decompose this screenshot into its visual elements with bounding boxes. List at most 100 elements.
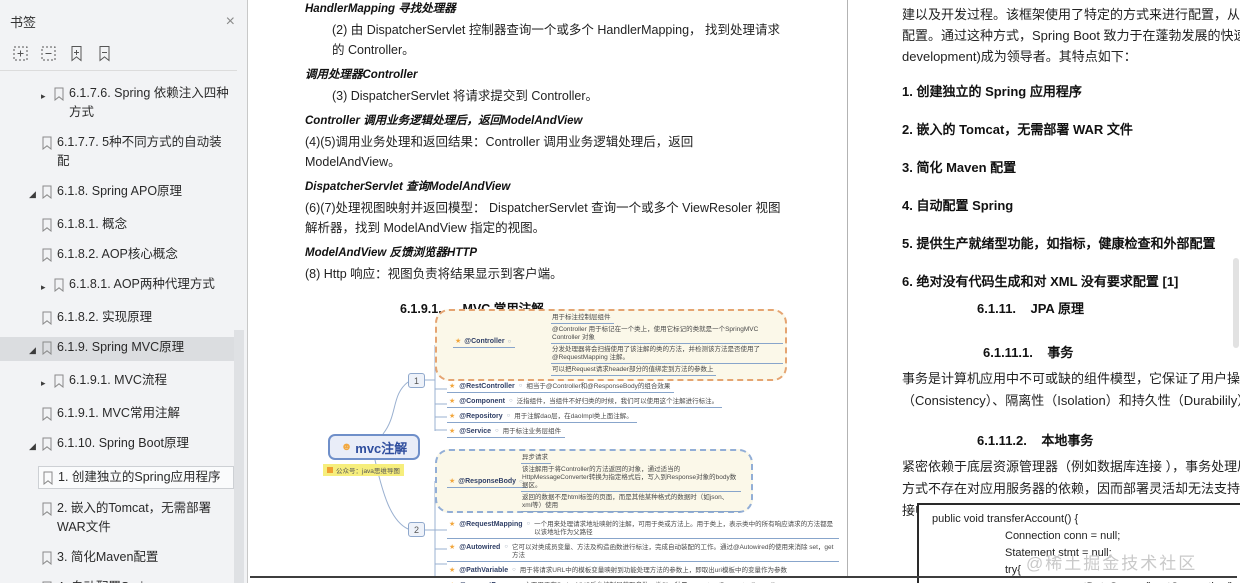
- bookmark-item-label: 6.1.8.1. 概念: [57, 217, 128, 231]
- star-icon: ★: [449, 567, 456, 574]
- bookmark-icon: [42, 136, 52, 150]
- page-boundary: [847, 0, 848, 578]
- star-icon: ★: [449, 428, 456, 435]
- bookmark-item[interactable]: 2. 嵌入的Tomcat，无需部署WAR文件: [0, 498, 234, 538]
- bookmark-item[interactable]: 6.1.7.7. 5种不同方式的自动装配: [0, 132, 234, 172]
- sidebar-scrollbar-thumb[interactable]: [234, 330, 244, 583]
- doc-heading: ModelAndView 反馈浏览器HTTP: [305, 247, 478, 259]
- mindmap-annotation-row: ★ @Component ○ 泛指组件，当组件不好归类的时候，我们可以使用这个注…: [447, 398, 723, 408]
- bookmark-item[interactable]: 4. 自动配置Spring: [0, 577, 234, 583]
- sidebar-scrollbar[interactable]: [233, 0, 246, 583]
- document-scrollbar[interactable]: [1232, 0, 1240, 583]
- bookmark-item[interactable]: 6.1.8.2. 实现原理: [0, 307, 234, 328]
- tag-icon: [327, 467, 333, 473]
- bookmark-icon: [42, 185, 52, 199]
- expand-arrow-icon[interactable]: ◢: [29, 338, 41, 360]
- bookmarks-panel-header: 书签 ×: [0, 0, 247, 39]
- spring-boot-feature: 4. 自动配置 Spring: [902, 198, 1014, 213]
- collapse-dot-icon: ○: [507, 338, 512, 345]
- bookmark-item[interactable]: 1. 创建独立的Spring应用程序: [38, 466, 234, 489]
- code-line: Connection conn = null;: [1005, 530, 1121, 542]
- mindmap-node-responsebody: ★ @ResponseBody ○: [447, 477, 527, 488]
- bookmarks-panel: 书签 × ▸ 6.1.7.6. Spring 依赖注入四种方式 6.1.7.7.…: [0, 0, 248, 583]
- star-icon: ★: [449, 478, 456, 485]
- doc-paragraph: (4)(5)调用业务处理和返回结果：Controller 调用业务逻辑处理后，返…: [305, 135, 694, 169]
- doc-heading: Controller 调用业务逻辑处理后，返回ModelAndView: [305, 115, 583, 127]
- doc-paragraph: (2) 由 DispatcherServlet 控制器查询一个或多个 Handl…: [332, 23, 781, 57]
- controller-notes: 用于标注控制层组件 @Controller 用于标记在一个类上，使用它标记的类就…: [551, 314, 783, 378]
- collapse-dot-icon: ○: [526, 521, 531, 527]
- bookmark-item-label: 6.1.7.7. 5种不同方式的自动装配: [57, 135, 222, 168]
- bookmark-item-label: 6.1.7.6. Spring 依赖注入四种方式: [69, 86, 229, 119]
- bookmark-item[interactable]: ◢ 6.1.10. Spring Boot原理: [0, 433, 234, 457]
- mindmap-annotation-row: ★ @RestController ○ 相当于@Controller和@Resp…: [447, 383, 675, 393]
- collapse-dot-icon: ○: [495, 428, 499, 434]
- expand-arrow-icon[interactable]: ▸: [41, 275, 53, 297]
- bookmark-icon: [42, 437, 52, 451]
- bookmark-item-label: 6.1.9. Spring MVC原理: [57, 340, 185, 354]
- doc-line: 建以及开发过程。该框架使用了特定的方式来进行配置，从而使开发: [902, 7, 1240, 22]
- collapse-dot-icon: ○: [509, 398, 513, 404]
- panel-title: 书签: [10, 15, 37, 30]
- bookmark-item[interactable]: 6.1.9.1. MVC常用注解: [0, 403, 234, 424]
- bookmark-item[interactable]: ▸ 6.1.8.1. AOP两种代理方式: [0, 274, 234, 298]
- star-icon: ★: [449, 544, 456, 551]
- star-icon: ★: [449, 398, 456, 405]
- section-heading-jpa: 6.1.11. JPA 原理: [977, 301, 1084, 316]
- doc-line: 事务是计算机应用中不可或缺的组件模型，它保证了用户操作的原: [902, 371, 1240, 386]
- bookmark-item[interactable]: 6.1.8.2. AOP核心概念: [0, 244, 234, 265]
- star-icon: ★: [455, 338, 462, 345]
- bookmark-item-label: 6.1.9.1. MVC常用注解: [57, 406, 180, 420]
- expand-arrow-icon[interactable]: ◢: [29, 182, 41, 204]
- bookmark-item-label: 6.1.8.2. 实现原理: [57, 310, 153, 324]
- mindmap-root-node: ☻ mvc注解: [328, 434, 420, 460]
- expand-arrow-icon[interactable]: ◢: [29, 434, 41, 456]
- bookmark-item[interactable]: ◢ 6.1.8. Spring APO原理: [0, 181, 234, 205]
- bookmark-item[interactable]: 6.1.8.1. 概念: [0, 214, 234, 235]
- bookmark-item[interactable]: 3. 简化Maven配置: [0, 547, 234, 568]
- spring-boot-feature: 6. 绝对没有代码生成和对 XML 没有要求配置 [1]: [902, 274, 1179, 289]
- doc-paragraph: (8) Http 响应：视图负责将结果显示到客户端。: [305, 267, 563, 281]
- mindmap-note: 该注解用于将Controller的方法返回的对象，通过适当的HttpMessag…: [521, 466, 741, 492]
- pdf-page-left: HandlerMapping 寻找处理器 (2) 由 DispatcherSer…: [248, 0, 847, 583]
- collapse-dot-icon: ○: [506, 413, 511, 419]
- bookmark-item[interactable]: ▸ 6.1.7.6. Spring 依赖注入四种方式: [0, 83, 234, 123]
- page-bottom-edge: [250, 576, 1237, 578]
- star-icon: ★: [449, 383, 456, 390]
- collapse-dot-icon: ○: [512, 567, 516, 573]
- star-icon: ★: [449, 521, 456, 528]
- doc-line: 方式不存在对应用服务器的依赖，因而部署灵活却无法支持多数据: [902, 481, 1240, 496]
- bookmark-item-label: 6.1.8.2. AOP核心概念: [57, 247, 178, 261]
- expand-all-icon[interactable]: [12, 45, 29, 62]
- add-bookmark-icon[interactable]: [68, 45, 85, 62]
- section-heading-local-transaction: 6.1.11.2. 本地事务: [977, 433, 1094, 448]
- document-scrollbar-thumb[interactable]: [1233, 258, 1239, 348]
- doc-heading: HandlerMapping 寻找处理器: [305, 3, 456, 15]
- bookmark-icon: [43, 471, 53, 485]
- bookmark-icon: [42, 407, 52, 421]
- bookmark-item-label: 2. 嵌入的Tomcat，无需部署WAR文件: [57, 501, 212, 534]
- mindmap-annotation-row: ★ @Repository ○ 用于注解dao层，在daoImpl类上面注解。: [447, 413, 637, 423]
- annotation-rows-group-2: ★ @RequestMapping ○ 一个用来处理请求地址映射的注解，可用于类…: [447, 521, 839, 583]
- bookmark-item[interactable]: ▸ 6.1.9.1. MVC流程: [0, 370, 234, 394]
- doc-line: 紧密依赖于底层资源管理器（例如数据库连接 ），事务处理局限在当: [902, 459, 1240, 474]
- bookmark-item[interactable]: ◢ 6.1.9. Spring MVC原理: [0, 337, 234, 361]
- spring-boot-feature: 2. 嵌入的 Tomcat，无需部署 WAR 文件: [902, 122, 1133, 137]
- mindmap-annotation-row: ★ @Service ○ 用于标注业务层组件: [447, 428, 566, 438]
- bookmark-icon: [54, 374, 64, 388]
- bookmark-item-label: 6.1.9.1. MVC流程: [69, 373, 167, 387]
- doc-line: （Consistency）、隔离性（Isolation）和持久性（Durabil…: [902, 393, 1240, 408]
- star-icon: ★: [449, 413, 456, 420]
- expand-arrow-icon[interactable]: ▸: [41, 84, 53, 106]
- collapse-all-icon[interactable]: [40, 45, 57, 62]
- expand-arrow-icon[interactable]: ▸: [41, 371, 53, 393]
- bookmarks-toolbar: [0, 39, 237, 71]
- doc-paragraph: (6)(7)处理视图映射并返回模型： DispatcherServlet 查询一…: [305, 201, 781, 235]
- bookmark-item-label: 6.1.8.1. AOP两种代理方式: [69, 277, 215, 291]
- bookmark-icon: [42, 311, 52, 325]
- spring-boot-feature: 3. 简化 Maven 配置: [902, 160, 1017, 175]
- watermark: @稀土掘金技术社区: [1026, 554, 1198, 573]
- mindmap-annotation-row: ★ @Autowired ○ 它可以对类成员变量、方法及构造函数进行标注，完成自…: [447, 544, 839, 562]
- mindmap-note: 用于标注控制层组件: [551, 314, 614, 324]
- remove-bookmark-icon[interactable]: [96, 45, 113, 62]
